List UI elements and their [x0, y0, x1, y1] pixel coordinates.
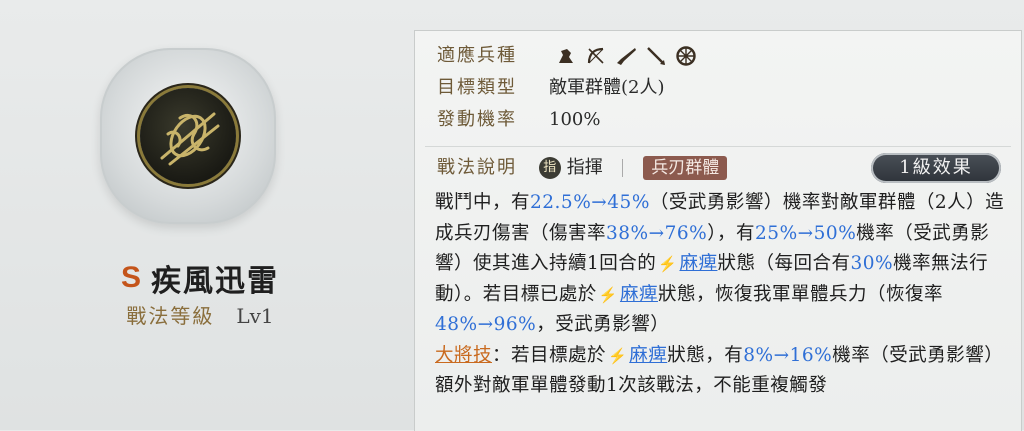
skill-level-label: 戰法等級	[126, 304, 215, 328]
paralysis-status-link[interactable]: 麻痺	[679, 253, 717, 274]
trigger-rate-row: 發動機率 100%	[437, 107, 600, 133]
divider	[425, 146, 1011, 147]
skill-detail-panel: 適應兵種 目標類型 敵軍群體(2人) 發動機率 100% 戰法說明 指指揮 兵刃群體…	[414, 30, 1022, 431]
desc-text: 狀態，恢復我軍單體兵力（恢復率	[657, 283, 943, 305]
skill-title: S 疾風迅雷	[0, 256, 400, 300]
trigger-rate-value: 100%	[549, 109, 601, 130]
desc-value: 38%→76%	[606, 222, 708, 244]
desc-value: 25%→50%	[755, 222, 857, 244]
desc-text: ，受武勇影響）	[536, 314, 670, 335]
command-type-label: 指揮	[566, 157, 603, 178]
skill-name: 疾風迅雷	[151, 264, 279, 299]
skill-level-value: Lv1	[236, 304, 274, 328]
troop-type-row: 適應兵種	[437, 43, 697, 69]
cavalry-icon	[555, 45, 577, 67]
description-label: 戰法說明	[437, 157, 517, 178]
desc-text: 狀態，有	[667, 344, 744, 366]
troop-type-label: 適應兵種	[437, 45, 517, 66]
effect-level-button[interactable]: 1級效果	[871, 153, 1001, 183]
paralysis-status-link[interactable]: 麻痺	[620, 284, 658, 305]
skill-level: 戰法等級 Lv1	[0, 300, 400, 329]
trigger-rate-label: 發動機率	[437, 109, 517, 130]
desc-text: 戰鬥中，有	[435, 192, 531, 213]
paralysis-icon: ⚡	[658, 255, 678, 273]
skill-emblem	[100, 48, 276, 224]
troop-type-icons	[555, 45, 697, 67]
skill-icon	[140, 88, 236, 184]
desc-value: 48%→96%	[435, 314, 537, 335]
header-divider	[622, 159, 624, 177]
paralysis-icon: ⚡	[598, 285, 618, 304]
spear-icon	[645, 45, 667, 67]
musket-icon	[615, 45, 637, 67]
target-type-value: 敵軍群體(2人)	[549, 77, 665, 98]
wheel-icon	[675, 45, 697, 67]
desc-text: ），有	[707, 222, 756, 244]
desc-value: 8%→16%	[743, 344, 833, 366]
skill-grade-badge: S	[120, 261, 141, 294]
description-header: 戰法說明 指指揮 兵刃群體	[437, 153, 728, 183]
paralysis-status-link[interactable]: 麻痺	[629, 345, 667, 366]
command-icon: 指	[538, 157, 561, 179]
skill-summary-panel: S 疾風迅雷 戰法等級 Lv1	[0, 0, 400, 430]
desc-text: 狀態（每回合有	[717, 253, 851, 274]
desc-text: ：若目標處於	[492, 344, 607, 366]
desc-value: 22.5%→45%	[530, 192, 650, 213]
target-type-row: 目標類型 敵軍群體(2人)	[437, 75, 665, 101]
damage-type-tag: 兵刃群體	[643, 156, 728, 180]
target-type-label: 目標類型	[437, 77, 517, 98]
paralysis-icon: ⚡	[608, 346, 628, 365]
desc-value: 30%	[850, 253, 894, 274]
archer-icon	[585, 45, 607, 67]
skill-description: 戰鬥中，有22.5%→45%（受武勇影響）機率對敵軍群體（2人）造成兵刃傷害（傷…	[435, 188, 1015, 402]
general-skill-link[interactable]: 大將技	[435, 345, 492, 366]
